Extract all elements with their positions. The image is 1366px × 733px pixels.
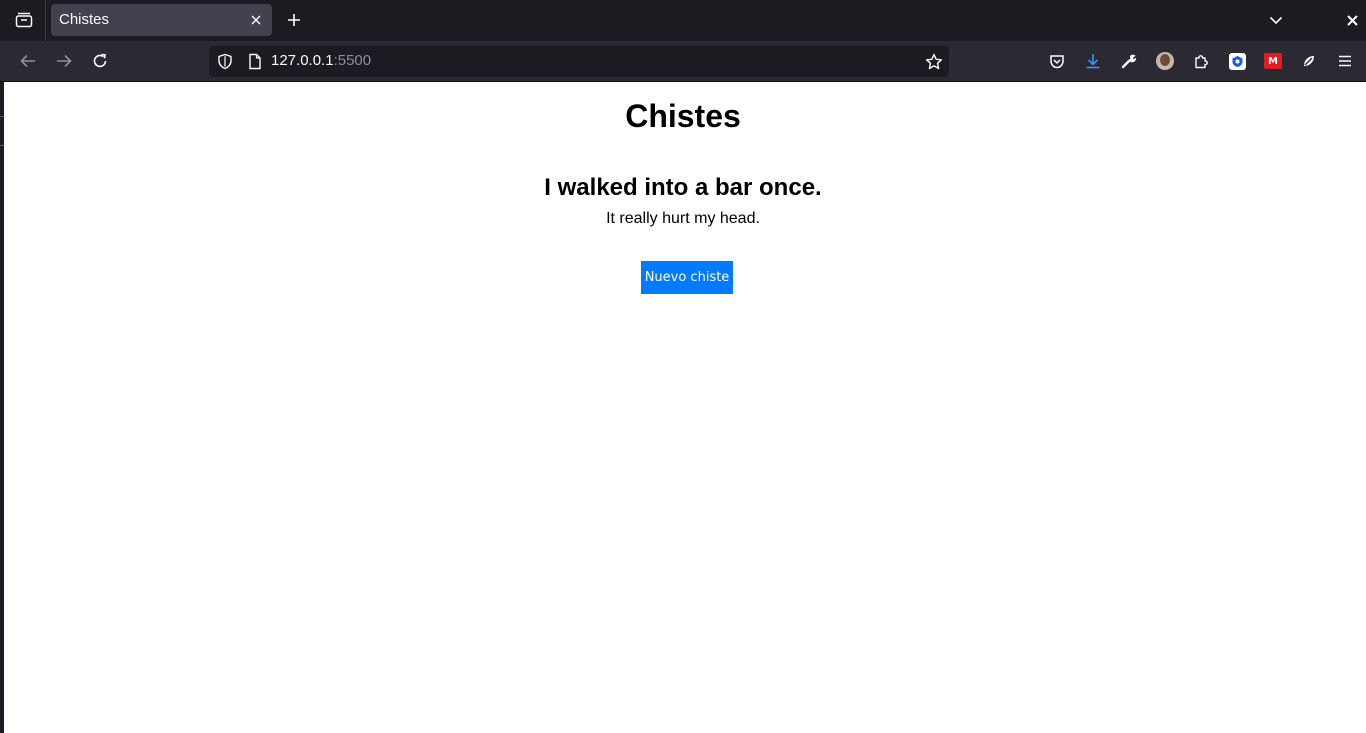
- url-bar[interactable]: 127.0.0.1:5500: [209, 46, 949, 77]
- extension-red-button[interactable]: M: [1257, 45, 1289, 77]
- reload-icon: [93, 53, 107, 68]
- arrow-left-icon: [20, 54, 35, 68]
- content-viewport: Chistes I walked into a bar once. It rea…: [0, 82, 1366, 733]
- extension-shield-icon: [1228, 52, 1246, 70]
- tab-list-icon: [15, 12, 33, 28]
- new-joke-button[interactable]: Nuevo chiste: [641, 261, 733, 294]
- web-page: Chistes I walked into a bar once. It rea…: [4, 82, 1366, 733]
- tab-title: Chistes: [59, 11, 110, 28]
- chevron-down-icon: [1269, 16, 1283, 25]
- url-port: :5500: [333, 52, 372, 69]
- puzzle-icon: [1195, 55, 1208, 69]
- window-close-button[interactable]: [1338, 4, 1366, 36]
- hamburger-menu-icon: [1339, 55, 1351, 67]
- list-all-tabs-button[interactable]: [1260, 4, 1292, 36]
- close-icon: [251, 15, 261, 25]
- tab-close-button[interactable]: [248, 12, 264, 28]
- new-tab-button[interactable]: [278, 4, 310, 36]
- app-menu-button[interactable]: [1329, 45, 1361, 77]
- download-icon: [1086, 54, 1100, 69]
- forward-button[interactable]: [48, 45, 80, 77]
- url-host: 127.0.0.1: [271, 52, 334, 69]
- joke-setup: I walked into a bar once.: [544, 174, 822, 201]
- downloads-button[interactable]: [1077, 45, 1109, 77]
- plus-icon: [288, 14, 300, 26]
- shield-icon[interactable]: [217, 53, 233, 70]
- extensions-button[interactable]: [1185, 45, 1217, 77]
- tab-active[interactable]: Chistes: [51, 4, 272, 36]
- avatar: [1156, 52, 1174, 70]
- extension-leaf-icon: [1304, 56, 1314, 66]
- navigation-toolbar: 127.0.0.1:5500 M: [0, 41, 1366, 82]
- arrow-right-icon: [57, 54, 72, 68]
- star-icon[interactable]: [925, 53, 943, 71]
- tab-separator: [45, 0, 46, 41]
- back-button[interactable]: [12, 45, 44, 77]
- tab-list-button[interactable]: [8, 4, 40, 36]
- url-text[interactable]: 127.0.0.1:5500: [271, 52, 371, 69]
- extension-dark-button[interactable]: [1293, 45, 1325, 77]
- pocket-icon: [1050, 54, 1064, 68]
- wrench-icon: [1121, 54, 1137, 69]
- page-title: Chistes: [625, 98, 741, 134]
- account-button[interactable]: [1149, 45, 1181, 77]
- tab-bar: Chistes: [0, 0, 1366, 41]
- joke-punchline: It really hurt my head.: [606, 210, 760, 227]
- close-icon: [1346, 14, 1358, 26]
- extension-blue-button[interactable]: [1221, 45, 1253, 77]
- reload-button[interactable]: [84, 45, 116, 77]
- extension-m-icon: M: [1264, 53, 1282, 69]
- devtools-button[interactable]: [1113, 45, 1145, 77]
- page-icon[interactable]: [247, 53, 263, 70]
- pocket-button[interactable]: [1041, 45, 1073, 77]
